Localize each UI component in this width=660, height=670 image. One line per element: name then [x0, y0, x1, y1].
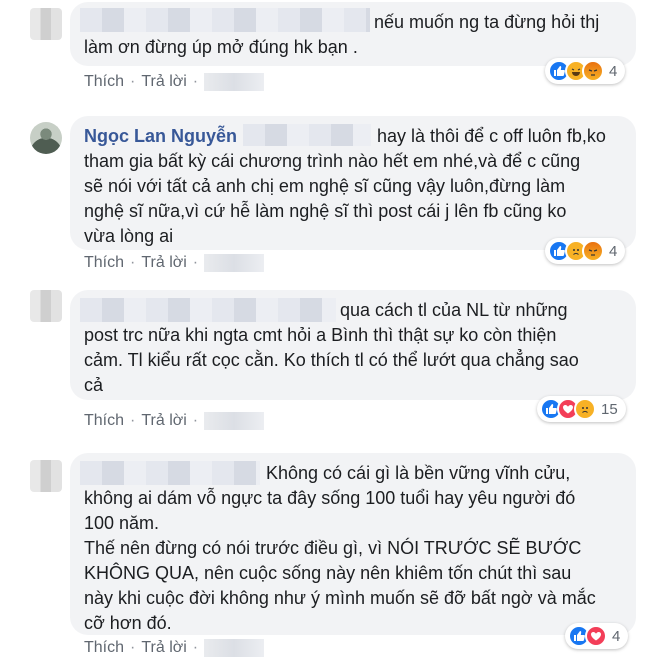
- timestamp-redacted[interactable]: [204, 412, 265, 430]
- separator-dot: ·: [130, 639, 136, 656]
- love-reaction-icon: [585, 625, 607, 647]
- comment-line: không ai dám vỗ ngực ta đây sống 100 tuổ…: [84, 488, 576, 508]
- avatar[interactable]: [30, 460, 62, 492]
- avatar[interactable]: [30, 122, 62, 154]
- like-link[interactable]: Thích: [84, 73, 124, 91]
- reaction-summary[interactable]: 4: [545, 58, 626, 84]
- comment-first-line: Ngọc Lan Nguyễn hay là thôi để c off luôn…: [84, 124, 622, 149]
- redacted-tag: [243, 124, 372, 146]
- comment-line: nghệ sĩ nữa,vì cứ hễ làm nghệ sĩ thì pos…: [84, 201, 567, 221]
- timestamp-redacted[interactable]: [204, 73, 265, 91]
- comment-actions: Thích · Trả lời ·: [84, 637, 265, 659]
- comment-line: sẽ nói với tất cả anh chị em nghệ sĩ cũn…: [84, 176, 566, 196]
- reply-link[interactable]: Trả lời: [141, 254, 186, 272]
- reaction-count: 4: [612, 627, 621, 645]
- timestamp-redacted[interactable]: [204, 254, 265, 272]
- reply-link[interactable]: Trả lời: [141, 73, 186, 91]
- comment-line: cỡ hơn đó.: [84, 613, 172, 633]
- angry-reaction-icon: [582, 240, 604, 262]
- comment-line: làm ơn đừng úp mở đúng hk bạn .: [84, 37, 358, 57]
- comment-line: hay là thôi để c off luôn fb,ko: [377, 126, 606, 146]
- separator-dot: ·: [192, 639, 199, 656]
- avatar[interactable]: [30, 290, 62, 322]
- comment-actions: Thích · Trả lời ·: [84, 71, 265, 93]
- reaction-count: 4: [609, 242, 618, 260]
- separator-dot: ·: [192, 254, 199, 271]
- reply-link[interactable]: Trả lời: [141, 639, 186, 657]
- reply-link[interactable]: Trả lời: [141, 412, 186, 430]
- reaction-count: 15: [601, 400, 618, 418]
- comment-line: này khi cuộc đời không như ý mình muốn s…: [84, 588, 596, 608]
- like-link[interactable]: Thích: [84, 639, 124, 657]
- separator-dot: ·: [130, 73, 136, 90]
- separator-dot: ·: [130, 254, 136, 271]
- reaction-count: 4: [609, 62, 618, 80]
- timestamp-redacted[interactable]: [204, 639, 265, 657]
- like-link[interactable]: Thích: [84, 412, 124, 430]
- comment-line: Thế nên đừng có nói trước điều gì, vì NÓ…: [84, 538, 582, 558]
- separator-dot: ·: [192, 412, 199, 429]
- redacted-name: [80, 461, 260, 485]
- comment-bubble: Ngọc Lan Nguyễn hay là thôi để c off luôn…: [70, 116, 636, 250]
- comment-actions: Thích · Trả lời ·: [84, 410, 265, 432]
- comment-actions: Thích · Trả lời ·: [84, 252, 265, 274]
- like-link[interactable]: Thích: [84, 254, 124, 272]
- angry-reaction-icon: [582, 60, 604, 82]
- redacted-name: [80, 8, 370, 32]
- author-name[interactable]: Ngọc Lan Nguyễn: [84, 126, 237, 146]
- reaction-summary[interactable]: 4: [545, 238, 626, 264]
- avatar[interactable]: [30, 8, 62, 40]
- comment-line: 100 năm.: [84, 513, 160, 533]
- sad-reaction-icon: [574, 398, 596, 420]
- comment-line: post trc nữa khi ngta cmt hỏi a Bình thì…: [84, 325, 557, 345]
- reaction-summary[interactable]: 4: [565, 623, 629, 649]
- comment-line: vừa lòng ai: [84, 226, 174, 246]
- redacted-name: [80, 298, 336, 322]
- comment-line: cả: [84, 375, 104, 395]
- comment-line: KHÔNG QUA, nên cuộc sống này nên khiêm t…: [84, 563, 572, 583]
- separator-dot: ·: [192, 73, 199, 90]
- reaction-summary[interactable]: 15: [537, 396, 626, 422]
- comment-line: tham gia bất kỳ cái chương trình nào hết…: [84, 151, 581, 171]
- comment-line: cảm. Tl kiểu rất cọc cằn. Ko thích tl có…: [84, 350, 579, 370]
- separator-dot: ·: [130, 412, 136, 429]
